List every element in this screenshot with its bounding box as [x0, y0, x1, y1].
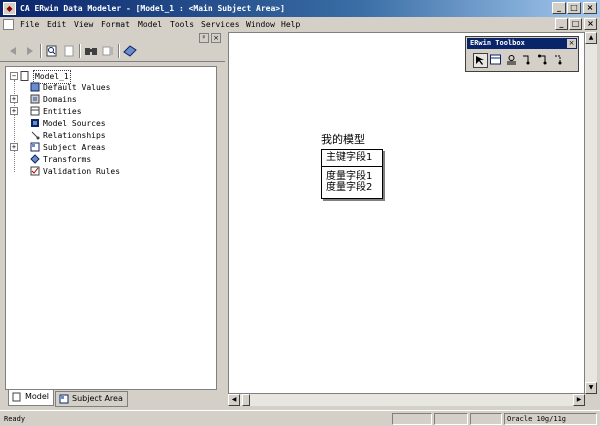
pointer-tool-icon[interactable]	[473, 53, 488, 68]
tree-item-transforms[interactable]: Transforms	[10, 154, 91, 166]
status-text: Ready	[4, 415, 26, 423]
menu-bar: File Edit View Format Model Tools Servic…	[0, 17, 600, 32]
menu-file[interactable]: File	[20, 19, 39, 30]
expand-icon[interactable]: +	[10, 107, 18, 115]
erwin-toolbox[interactable]: ERwin Toolbox ×	[465, 36, 579, 72]
menu-edit[interactable]: Edit	[47, 19, 66, 30]
menu-format[interactable]: Format	[101, 19, 130, 30]
doc-restore-button[interactable]: □	[569, 18, 582, 30]
relationships-icon	[31, 131, 40, 140]
horizontal-scroll-thumb[interactable]	[242, 394, 250, 406]
model-icon	[20, 71, 29, 81]
menu-services[interactable]: Services	[201, 19, 240, 30]
default-values-icon	[30, 82, 40, 92]
tag-icon[interactable]	[122, 44, 138, 58]
scroll-right-icon[interactable]: ▶	[573, 394, 585, 406]
status-bar: Ready Oracle 10g/11g	[0, 410, 600, 426]
tree-root[interactable]: − Model_1	[10, 70, 71, 84]
menu-model[interactable]: Model	[138, 19, 162, 30]
model-sources-icon	[31, 119, 39, 127]
pin-icon[interactable]: ᵖ	[199, 33, 209, 43]
toolbar-separator	[79, 44, 81, 58]
toolbar-separator	[40, 44, 42, 58]
entity-key-attribute[interactable]: 主键字段1	[322, 150, 382, 167]
tree-item-subject-areas[interactable]: + Subject Areas	[10, 142, 106, 154]
forward-icon[interactable]	[22, 44, 38, 58]
menu-tools[interactable]: Tools	[170, 19, 194, 30]
transforms-icon	[30, 154, 40, 164]
tree-item-entities[interactable]: + Entities	[10, 106, 82, 118]
validation-rules-icon	[30, 166, 40, 176]
subject-area-tab-icon	[59, 394, 69, 404]
toolbox-title-bar[interactable]: ERwin Toolbox ×	[467, 38, 577, 49]
back-icon[interactable]	[5, 44, 21, 58]
tab-subject-area[interactable]: Subject Area	[55, 391, 128, 407]
horizontal-scrollbar[interactable]: ◀ ▶	[228, 394, 585, 406]
entity-name[interactable]: 我的模型	[321, 133, 365, 146]
tree-item-relationships[interactable]: Relationships	[10, 130, 106, 142]
document-icon[interactable]	[3, 19, 14, 30]
tree-item-validation-rules[interactable]: Validation Rules	[10, 166, 120, 178]
tree-item-model-sources[interactable]: Model Sources	[10, 118, 106, 130]
status-cell	[392, 413, 432, 425]
entity-tool-icon[interactable]	[489, 53, 504, 68]
category-tool-icon[interactable]	[505, 53, 520, 68]
sort-icon[interactable]	[100, 44, 116, 58]
entity-attribute[interactable]: 度量字段1	[326, 171, 372, 182]
non-identifying-relationship-icon[interactable]	[553, 53, 568, 68]
model-explorer-tree[interactable]: − Model_1 Default Values + Domains + Entiti…	[5, 66, 217, 390]
model-explorer-toolbar: ᵖ ×	[0, 32, 225, 62]
doc-close-button[interactable]: ×	[584, 18, 597, 30]
scroll-left-icon[interactable]: ◀	[228, 394, 240, 406]
doc-minimize-button[interactable]: _	[555, 18, 568, 30]
diagram-canvas[interactable]: 我的模型 主键字段1 度量字段1 度量字段2	[228, 32, 585, 394]
tree-item-domains[interactable]: + Domains	[10, 94, 77, 106]
menu-view[interactable]: View	[74, 19, 93, 30]
find-icon[interactable]	[44, 44, 60, 58]
binoculars-icon[interactable]	[83, 44, 99, 58]
tree-item-default-values[interactable]: Default Values	[10, 82, 110, 94]
entity-box[interactable]: 主键字段1 度量字段1 度量字段2	[321, 149, 383, 199]
toolbar-separator	[118, 44, 120, 58]
properties-icon[interactable]	[61, 44, 77, 58]
target-database: Oracle 10g/11g	[507, 415, 567, 423]
scroll-up-icon[interactable]: ▲	[585, 32, 597, 44]
model-tab-icon	[12, 392, 21, 402]
window-title: CA ERwin Data Modeler - [Model_1 : <Main…	[20, 4, 285, 13]
vertical-scrollbar[interactable]: ▲ ▼	[585, 32, 597, 394]
many-to-many-relationship-icon[interactable]	[537, 53, 552, 68]
minimize-button[interactable]: _	[552, 2, 566, 14]
domains-icon	[30, 94, 40, 104]
subject-areas-icon	[30, 142, 40, 152]
expand-icon[interactable]: +	[10, 143, 18, 151]
status-cell	[434, 413, 468, 425]
panel-close-icon[interactable]: ×	[211, 33, 221, 43]
expand-icon[interactable]: +	[10, 95, 18, 103]
identifying-relationship-icon[interactable]	[521, 53, 536, 68]
collapse-icon[interactable]: −	[10, 72, 18, 80]
entities-icon	[30, 106, 40, 116]
status-cell	[470, 413, 502, 425]
menu-window[interactable]: Window	[246, 19, 275, 30]
tab-model[interactable]: Model	[8, 390, 55, 406]
app-icon[interactable]: ◆	[3, 2, 16, 15]
menu-help[interactable]: Help	[281, 19, 300, 30]
scroll-down-icon[interactable]: ▼	[585, 382, 597, 394]
entity-attribute[interactable]: 度量字段2	[326, 182, 372, 193]
close-button[interactable]: ×	[583, 2, 597, 14]
toolbox-close-icon[interactable]: ×	[567, 39, 576, 48]
title-bar: ◆ CA ERwin Data Modeler - [Model_1 : <Ma…	[0, 0, 600, 17]
maximize-button[interactable]: □	[567, 2, 581, 14]
